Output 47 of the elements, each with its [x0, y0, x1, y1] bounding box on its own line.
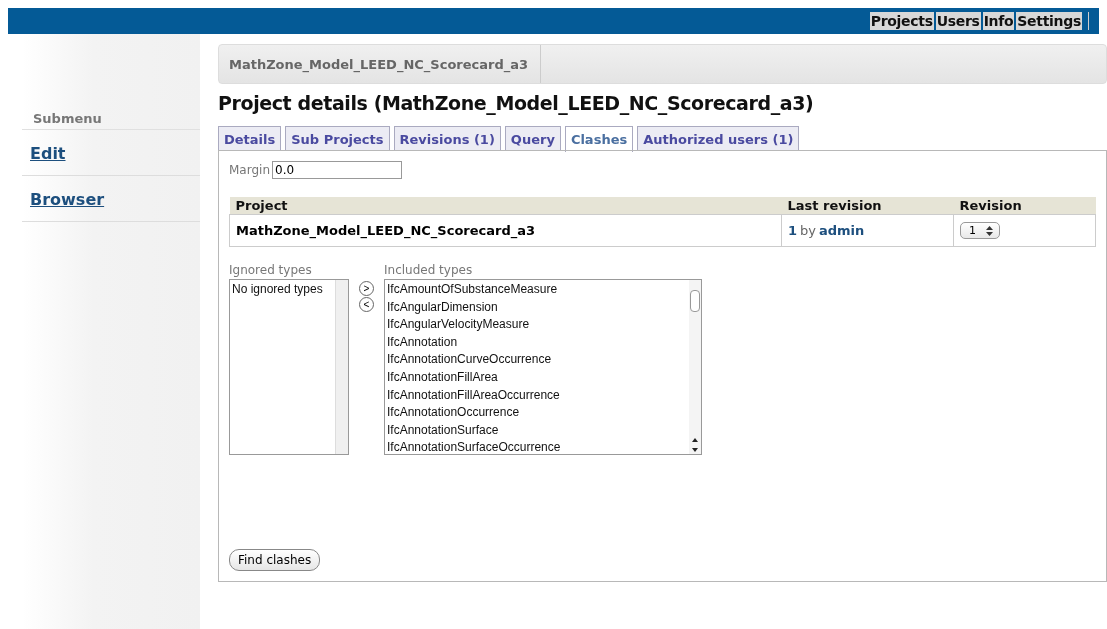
sidebar-link[interactable]: Browser — [30, 190, 105, 209]
list-item[interactable]: IfcAnnotationCurveOccurrence — [387, 351, 687, 369]
tab[interactable]: Details — [218, 126, 282, 151]
list-item[interactable]: IfcAnnotationOccurrence — [387, 404, 687, 422]
sidebar-link[interactable]: Edit — [30, 144, 66, 163]
revision-select[interactable]: 1 — [960, 222, 1000, 239]
tab[interactable]: Revisions (1) — [393, 126, 501, 151]
nav-link[interactable]: Info — [982, 12, 1015, 30]
submenu-heading: Submenu — [22, 108, 200, 130]
margin-field[interactable]: 0.0 — [272, 161, 402, 179]
margin-label: Margin — [229, 163, 270, 177]
scroll-arrows-icon[interactable] — [692, 438, 698, 452]
page-title: Project details (MathZone_Model_LEED_NC_Scorecard_a3) — [218, 92, 815, 114]
nav-link[interactable]: Settings — [1016, 12, 1082, 30]
breadcrumb-item[interactable]: MathZone_Model_LEED_NC_Scorecard_a3 — [219, 45, 542, 83]
list-item[interactable]: IfcAngularDimension — [387, 298, 687, 317]
by-text: by — [800, 223, 816, 238]
column-header: Last revision — [781, 197, 954, 215]
stepper-icon — [986, 225, 993, 236]
list-item[interactable]: No ignored types — [232, 281, 333, 299]
tab[interactable]: Query — [504, 126, 561, 151]
ignored-types-list[interactable]: No ignored types — [229, 279, 349, 455]
list-label: Ignored types — [229, 263, 313, 277]
list-item[interactable]: IfcAmountOfSubstanceMeasure — [387, 281, 687, 299]
list-item[interactable]: IfcAnnotationFillAreaOccurrence — [387, 386, 687, 405]
tab[interactable]: Authorized users (1) — [637, 126, 800, 151]
column-header: Project — [229, 197, 782, 215]
included-types-list[interactable] — [384, 279, 702, 455]
tab[interactable]: Clashes — [564, 126, 634, 152]
move-button[interactable]: > — [359, 281, 374, 296]
list-item[interactable]: IfcAnnotationSurfaceOccurrence — [387, 439, 687, 457]
move-button[interactable]: < — [359, 297, 374, 312]
nav-link[interactable]: Users — [935, 12, 981, 30]
scrollbar[interactable] — [689, 280, 701, 454]
list-item[interactable]: IfcAnnotationSurface — [387, 421, 687, 440]
user-link[interactable]: admin — [819, 223, 865, 238]
nav-link[interactable]: Projects — [869, 12, 934, 30]
find-clashes-button[interactable]: Find clashes — [229, 549, 321, 571]
list-label: Included types — [384, 263, 474, 277]
scrollbar-thumb[interactable] — [690, 290, 700, 312]
column-header: Revision — [953, 197, 1096, 215]
list-item[interactable]: IfcAngularVelocityMeasure — [387, 316, 687, 334]
table-cell: MathZone_Model_LEED_NC_Scorecard_a3 — [229, 214, 782, 247]
list-item[interactable]: IfcAnnotationFillArea — [387, 368, 687, 387]
revision-link[interactable]: 1 — [788, 223, 798, 238]
list-item[interactable]: IfcAnnotation — [387, 333, 687, 352]
tab[interactable]: Sub Projects — [285, 126, 390, 151]
